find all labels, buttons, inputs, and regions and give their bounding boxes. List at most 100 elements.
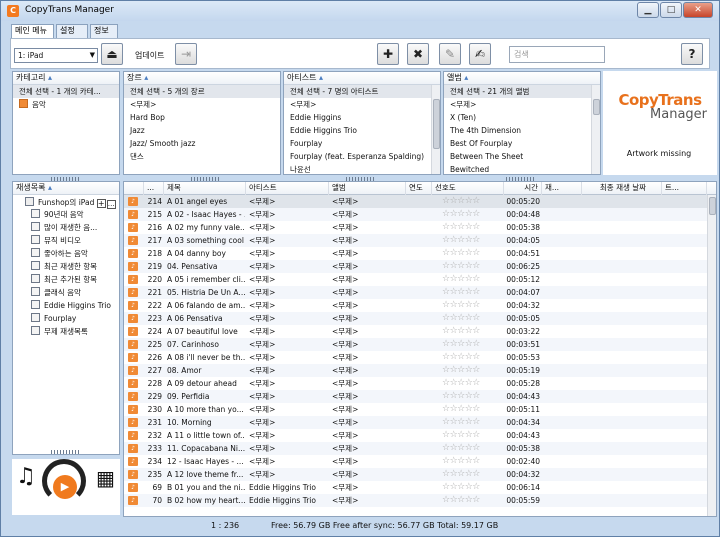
splitter-handle[interactable] [51, 450, 79, 454]
table-row[interactable]: ♪ 222 A 06 falando de am... <무제> <무제> ☆☆☆☆☆ 00… [124, 299, 707, 312]
rating-stars[interactable]: ☆☆☆☆☆ [442, 222, 480, 233]
playlist-item[interactable]: 무제 재생목록 [31, 326, 88, 338]
table-row[interactable]: ♪ 225 07. Carinhoso <무제> <무제> ☆☆☆☆☆ 00:03:51 [124, 338, 707, 351]
album-item[interactable]: The 4th Dimension [444, 124, 600, 137]
table-scrollbar[interactable] [707, 195, 716, 516]
album-item[interactable]: 전체 선택 - 21 개의 앨범 [444, 85, 600, 98]
device-select[interactable]: 1: iPad ▼ [14, 48, 98, 63]
artist-item[interactable]: Fourplay [284, 137, 440, 150]
playlist-item[interactable]: 최근 추가된 항목 [31, 274, 97, 286]
rating-stars[interactable]: ☆☆☆☆☆ [442, 365, 480, 376]
table-row[interactable]: ♪ 232 A 11 o little town of... <무제> <무제> ☆☆☆☆… [124, 429, 707, 442]
col-year[interactable]: 연도 [406, 182, 432, 195]
table-row[interactable]: ♪ 226 A 08 i'll never be th... <무제> <무제> ☆☆☆☆… [124, 351, 707, 364]
artist-scrollbar[interactable] [431, 85, 440, 174]
album-item[interactable]: X (Ten) [444, 111, 600, 124]
scroll-thumb[interactable] [709, 197, 716, 215]
scroll-thumb[interactable] [593, 99, 600, 115]
rating-stars[interactable]: ☆☆☆☆☆ [442, 248, 480, 259]
album-item[interactable]: <무제> [444, 98, 600, 111]
table-row[interactable]: ♪ 218 A 04 danny boy <무제> <무제> ☆☆☆☆☆ 00:04:51 [124, 247, 707, 260]
table-row[interactable]: ♪ 217 A 03 something cool <무제> <무제> ☆☆☆☆☆ 00:0… [124, 234, 707, 247]
table-row[interactable]: ♪ 70 B 02 how my heart... Eddie Higgins Tri… [124, 494, 707, 507]
table-row[interactable]: ♪ 227 08. Amor <무제> <무제> ☆☆☆☆☆ 00:05:19 [124, 364, 707, 377]
search-input[interactable]: 검색 [509, 46, 605, 63]
table-row[interactable]: ♪ 219 04. Pensativa <무제> <무제> ☆☆☆☆☆ 00:06:25 [124, 260, 707, 273]
table-row[interactable]: ♪ 215 A 02 - Isaac Hayes - ... <무제> <무제> ☆☆☆☆… [124, 208, 707, 221]
table-row[interactable]: ♪ 220 A 05 i remember cli... <무제> <무제> ☆☆☆☆☆ 0… [124, 273, 707, 286]
album-item[interactable]: Best Of Fourplay [444, 137, 600, 150]
rating-stars[interactable]: ☆☆☆☆☆ [442, 495, 480, 506]
playlist-item[interactable]: 좋아하는 음악 [31, 248, 88, 260]
table-row[interactable]: ♪ 229 09. Perfidia <무제> <무제> ☆☆☆☆☆ 00:04:43 [124, 390, 707, 403]
table-row[interactable]: ♪ 69 B 01 you and the ni... Eddie Higgins T… [124, 481, 707, 494]
device-node[interactable]: Funshop의 iPad +… [25, 197, 116, 209]
genre-header[interactable]: 장르 ▴ [124, 72, 280, 85]
table-row[interactable]: ♪ 230 A 10 more than yo... <무제> <무제> ☆☆☆☆☆ 00:… [124, 403, 707, 416]
title-bar[interactable]: C CopyTrans Manager ▁ □ ✕ [1, 1, 719, 21]
album-header[interactable]: 앨범 ▴ [444, 72, 600, 85]
playlist-item[interactable]: 많이 재생한 음... [31, 222, 97, 234]
rating-stars[interactable]: ☆☆☆☆☆ [442, 456, 480, 467]
minimize-button[interactable]: ▁ [637, 2, 659, 18]
table-row[interactable]: ♪ 224 A 07 beautiful love <무제> <무제> ☆☆☆☆☆ 00:0… [124, 325, 707, 338]
artist-item[interactable]: 전체 선택 - 7 명의 아티스트 [284, 85, 440, 98]
edit-tags-button[interactable]: ✍ [469, 43, 491, 65]
artist-item[interactable]: Fourplay (feat. Esperanza Spalding) [284, 150, 440, 163]
category-header[interactable]: 카테고리 ▴ [13, 72, 119, 85]
artist-item[interactable]: Eddie Higgins [284, 111, 440, 124]
table-row[interactable]: ♪ 234 12 - Isaac Hayes - ... <무제> <무제> ☆☆☆☆☆ 0… [124, 455, 707, 468]
delete-track-button[interactable]: ✖ [407, 43, 429, 65]
maximize-button[interactable]: □ [660, 2, 682, 18]
table-row[interactable]: ♪ 223 A 06 Pensativa <무제> <무제> ☆☆☆☆☆ 00:05:05 [124, 312, 707, 325]
playlist-item[interactable]: 90년대 음악 [31, 209, 84, 221]
table-row[interactable]: ♪ 231 10. Morning <무제> <무제> ☆☆☆☆☆ 00:04:34 [124, 416, 707, 429]
col-index[interactable]: ... [144, 182, 164, 195]
playlist-item[interactable]: 뮤직 비디오 [31, 235, 81, 247]
add-playlist-icon[interactable]: + [96, 199, 106, 208]
rating-stars[interactable]: ☆☆☆☆☆ [442, 482, 480, 493]
col-track[interactable]: 트... [662, 182, 707, 195]
rating-stars[interactable]: ☆☆☆☆☆ [442, 417, 480, 428]
album-item[interactable]: Bewitched [444, 163, 600, 174]
tab-settings[interactable]: 설정 [56, 24, 88, 38]
genre-item[interactable]: Hard Bop [124, 111, 280, 124]
table-row[interactable]: ♪ 233 11. Copacabana Ni... <무제> <무제> ☆☆☆☆☆ 00:… [124, 442, 707, 455]
rating-stars[interactable]: ☆☆☆☆☆ [442, 430, 480, 441]
rating-stars[interactable]: ☆☆☆☆☆ [442, 326, 480, 337]
rating-stars[interactable]: ☆☆☆☆☆ [442, 261, 480, 272]
rating-stars[interactable]: ☆☆☆☆☆ [442, 404, 480, 415]
artist-item[interactable]: Eddie Higgins Trio [284, 124, 440, 137]
col-artist[interactable]: 아티스트 [246, 182, 329, 195]
rating-stars[interactable]: ☆☆☆☆☆ [442, 196, 480, 207]
tab-info[interactable]: 정보 [90, 24, 118, 38]
rating-stars[interactable]: ☆☆☆☆☆ [442, 287, 480, 298]
update-button[interactable]: ⇥ [175, 43, 197, 65]
col-rating[interactable]: 선호도 [432, 182, 504, 195]
rating-stars[interactable]: ☆☆☆☆☆ [442, 339, 480, 350]
artist-item[interactable]: <무제> [284, 98, 440, 111]
rating-stars[interactable]: ☆☆☆☆☆ [442, 391, 480, 402]
rating-stars[interactable]: ☆☆☆☆☆ [442, 443, 480, 454]
edit-info-button[interactable]: ✎ [439, 43, 461, 65]
playlist-item[interactable]: 클래식 음악 [31, 287, 81, 299]
rating-stars[interactable]: ☆☆☆☆☆ [442, 469, 480, 480]
playlist-item[interactable]: Fourplay [31, 313, 76, 325]
rating-stars[interactable]: ☆☆☆☆☆ [442, 300, 480, 311]
add-track-button[interactable]: ✚ [377, 43, 399, 65]
table-row[interactable]: ♪ 221 05. Histria De Un A... <무제> <무제> ☆☆☆☆☆ 0… [124, 286, 707, 299]
col-icon[interactable] [124, 182, 144, 195]
col-title[interactable]: 제목 [164, 182, 246, 195]
playlist-header[interactable]: 재생목록 ▴ [13, 182, 119, 195]
category-item-music[interactable]: 음악 [13, 98, 119, 111]
rating-stars[interactable]: ☆☆☆☆☆ [442, 209, 480, 220]
album-scrollbar[interactable] [591, 85, 600, 174]
col-time[interactable]: 시간 [504, 182, 542, 195]
table-row[interactable]: ♪ 214 A 01 angel eyes <무제> <무제> ☆☆☆☆☆ 00:05:20 [124, 195, 707, 208]
more-icon[interactable]: … [106, 200, 116, 209]
help-button[interactable]: ? [681, 43, 703, 65]
col-play-count[interactable]: 재... [542, 182, 582, 195]
rating-stars[interactable]: ☆☆☆☆☆ [442, 352, 480, 363]
rating-stars[interactable]: ☆☆☆☆☆ [442, 313, 480, 324]
scroll-thumb[interactable] [433, 99, 440, 149]
